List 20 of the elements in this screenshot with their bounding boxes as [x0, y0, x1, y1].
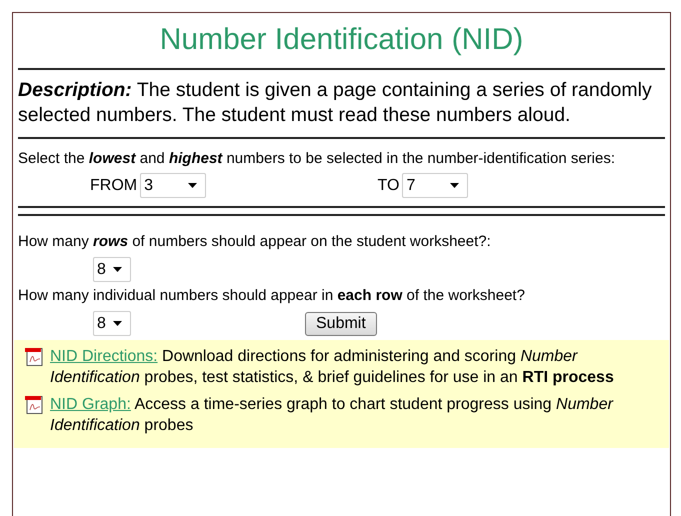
rows-prompt: How many rows of numbers should appear on the student worksheet?:: [18, 232, 492, 252]
caret-icon: [450, 183, 460, 188]
from-label: FROM: [90, 176, 138, 194]
per-row-prompt: How many individual numbers should appear in each row of the worksheet?: [18, 286, 526, 306]
number-dropdown[interactable]: 7: [402, 173, 468, 198]
number-dropdown[interactable]: 8: [93, 257, 131, 282]
description-text: Description: The student is given a page containing a series of randomly selected numbers. The student must read these numbers aloud.: [18, 78, 653, 128]
submit-button[interactable]: Submit: [305, 312, 377, 336]
pdf-document-icon[interactable]: [24, 395, 44, 415]
number-dropdown[interactable]: 3: [140, 173, 206, 198]
caret-icon: [113, 267, 122, 272]
to-label: TO: [378, 176, 400, 194]
range-prompt: Select the lowest and highest numbers to be selected in the number-identification series:: [18, 149, 616, 169]
pdf-document-icon[interactable]: [24, 347, 44, 367]
number-dropdown[interactable]: 8: [93, 311, 131, 336]
caret-icon: [113, 321, 122, 326]
resource-description: NID Graph: Access a time-series graph to chart student progress using Number Identification probes: [50, 395, 614, 436]
page-title: Number Identification (NID): [158, 23, 524, 57]
caret-icon: [188, 183, 198, 188]
resource-description: NID Directions: Download directions for administering and scoring Number Identification probes, test statistics, & brief guidelines for use in an RTI process: [50, 347, 615, 388]
